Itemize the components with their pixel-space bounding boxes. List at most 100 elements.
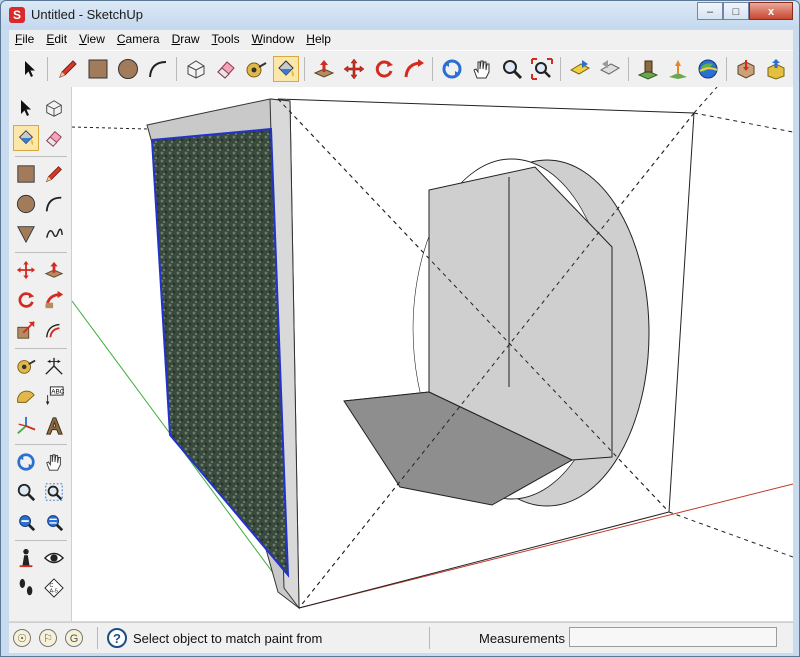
tape-measure-icon[interactable] xyxy=(13,353,39,379)
zoom-window-icon[interactable] xyxy=(41,479,67,505)
menu-window[interactable]: Window xyxy=(246,30,301,50)
scale-tool-icon[interactable] xyxy=(13,317,39,343)
title-bar[interactable]: S Untitled - SketchUp – □ x xyxy=(1,1,799,29)
menu-help[interactable]: Help xyxy=(300,30,337,50)
move-tool-icon[interactable] xyxy=(341,56,367,82)
select-tool-icon[interactable] xyxy=(13,95,39,121)
add-location-icon[interactable] xyxy=(635,56,661,82)
close-button[interactable]: x xyxy=(749,2,793,20)
zoom-tool-icon[interactable] xyxy=(13,479,39,505)
position-camera-icon[interactable] xyxy=(13,545,39,571)
svg-text:ABC: ABC xyxy=(51,389,64,396)
axes-tool-icon[interactable] xyxy=(13,413,39,439)
walk-tool-icon[interactable] xyxy=(13,575,39,601)
select-tool-icon[interactable] xyxy=(17,56,43,82)
menu-camera[interactable]: Camera xyxy=(111,30,166,50)
arc-tool-icon[interactable] xyxy=(41,191,67,217)
next-view-icon[interactable] xyxy=(597,56,623,82)
menu-camera-mnemonic: C xyxy=(116,32,126,46)
make-component-icon[interactable] xyxy=(183,56,209,82)
menu-draw[interactable]: Draw xyxy=(166,30,206,50)
rotate-tool-icon[interactable] xyxy=(13,287,39,313)
window-controls: – □ x xyxy=(697,2,793,20)
polygon-tool-icon[interactable] xyxy=(13,221,39,247)
google-sign-in-icon[interactable]: G xyxy=(65,629,83,647)
circle-tool-icon[interactable] xyxy=(13,191,39,217)
main-toolbar xyxy=(9,50,793,88)
freehand-tool-icon[interactable] xyxy=(41,221,67,247)
toggle-terrain-icon[interactable] xyxy=(665,56,691,82)
follow-me-icon[interactable] xyxy=(41,287,67,313)
drawing-area[interactable] xyxy=(72,87,793,621)
zoom-extents-icon[interactable] xyxy=(13,509,39,535)
menu-view[interactable]: View xyxy=(73,30,111,50)
pan-tool-icon[interactable] xyxy=(41,449,67,475)
menu-edit[interactable]: Edit xyxy=(40,30,73,50)
measurements-input[interactable] xyxy=(569,627,777,647)
text-tool-icon[interactable]: ABC xyxy=(41,383,67,409)
share-model-icon[interactable] xyxy=(763,56,789,82)
dimension-tool-icon[interactable] xyxy=(41,353,67,379)
paint-bucket-icon[interactable] xyxy=(13,125,39,151)
toolbar-separator xyxy=(15,540,67,541)
previous-view-icon[interactable] xyxy=(567,56,593,82)
menu-file[interactable]: File xyxy=(9,30,40,50)
menu-tools[interactable]: Tools xyxy=(206,30,246,50)
menu-window-label: indow xyxy=(262,32,295,46)
model-scene[interactable] xyxy=(72,87,793,621)
menu-help-mnemonic: H xyxy=(306,32,315,46)
offset-tool-icon[interactable] xyxy=(41,317,67,343)
google-earth-icon[interactable] xyxy=(695,56,721,82)
menu-view-mnemonic: V xyxy=(79,32,87,46)
menu-file-label: ile xyxy=(22,32,35,46)
orbit-tool-icon[interactable] xyxy=(439,56,465,82)
push-pull-icon[interactable] xyxy=(41,257,67,283)
circle-tool-icon[interactable] xyxy=(115,56,141,82)
zoom-tool-icon[interactable] xyxy=(499,56,525,82)
push-pull-icon[interactable] xyxy=(311,56,337,82)
3d-text-icon[interactable] xyxy=(41,413,67,439)
svg-text:A-5: A-5 xyxy=(49,589,57,595)
paint-bucket-icon[interactable] xyxy=(273,56,299,82)
measurements-label: Measurements xyxy=(479,631,565,646)
toolbar-separator xyxy=(15,348,67,349)
credits-icon[interactable]: ⚐ xyxy=(39,629,57,647)
menu-window-mnemonic: W xyxy=(251,32,263,46)
menu-draw-mnemonic: D xyxy=(171,32,181,46)
toolbar-separator xyxy=(176,57,177,81)
follow-me-icon[interactable] xyxy=(401,56,427,82)
get-models-icon[interactable] xyxy=(733,56,759,82)
status-separator xyxy=(429,627,430,649)
minimize-button[interactable]: – xyxy=(697,2,723,20)
maximize-button[interactable]: □ xyxy=(723,2,749,20)
menu-draw-label: raw xyxy=(180,32,200,46)
rectangle-tool-icon[interactable] xyxy=(13,161,39,187)
pencil-tool-icon[interactable] xyxy=(41,161,67,187)
zoom-extents-icon[interactable] xyxy=(529,56,555,82)
arc-tool-icon[interactable] xyxy=(145,56,171,82)
pencil-tool-icon[interactable] xyxy=(55,56,81,82)
menu-tools-label: ools xyxy=(217,32,240,46)
rectangle-tool-icon[interactable] xyxy=(85,56,111,82)
eraser-tool-icon[interactable] xyxy=(41,125,67,151)
toolbar-separator xyxy=(560,57,561,81)
move-tool-icon[interactable] xyxy=(13,257,39,283)
menu-edit-label: dit xyxy=(54,32,68,46)
protractor-tool-icon[interactable] xyxy=(13,383,39,409)
tape-measure-icon[interactable] xyxy=(243,56,269,82)
pan-tool-icon[interactable] xyxy=(469,56,495,82)
toolbar-separator xyxy=(628,57,629,81)
toolbar-separator xyxy=(304,57,305,81)
section-plane-icon[interactable]: C A-5 xyxy=(41,575,67,601)
extension-guides xyxy=(668,87,793,558)
look-around-icon[interactable] xyxy=(41,545,67,571)
previous-view-icon[interactable] xyxy=(41,509,67,535)
rotate-tool-icon[interactable] xyxy=(371,56,397,82)
make-component-icon[interactable] xyxy=(41,95,67,121)
menu-view-label: iew xyxy=(86,32,105,46)
geolocation-icon[interactable]: ☉ xyxy=(13,629,31,647)
help-icon[interactable]: ? xyxy=(107,628,127,648)
red-axis-negative xyxy=(72,126,148,130)
orbit-tool-icon[interactable] xyxy=(13,449,39,475)
eraser-tool-icon[interactable] xyxy=(213,56,239,82)
